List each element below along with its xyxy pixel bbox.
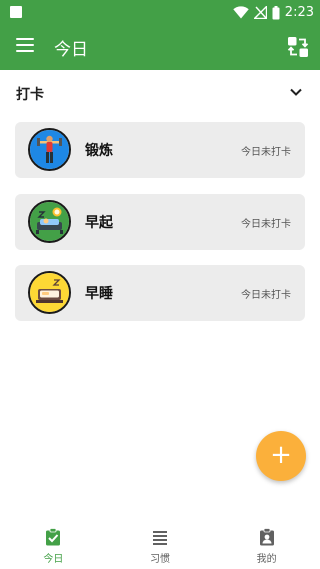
clock: 2:23 [284,5,314,20]
habit-status: 今日未打卡 [241,147,291,158]
nav-label: 我的 [256,554,277,565]
exercise-icon [28,128,71,171]
chevron-down-icon[interactable] [288,84,304,100]
wake-up-icon [28,200,71,243]
clipboard-check-icon [46,528,61,546]
habit-name: 早睡 [85,286,113,302]
battery-icon [272,5,280,19]
section-title: 打卡 [16,87,44,103]
habit-card-exercise[interactable]: 锻炼 今日未打卡 [15,122,305,178]
nav-item-today[interactable]: 今日 [0,518,107,569]
habit-name: 早起 [85,215,113,231]
notification-icon [10,6,22,18]
page-title: 今日 [54,40,88,60]
add-habit-button[interactable]: + [256,431,306,481]
status-bar: 2:23 [0,0,320,25]
plus-icon: + [270,440,292,470]
swap-icon[interactable] [287,36,309,58]
habit-status: 今日未打卡 [241,290,291,301]
app-bar: 今日 [0,25,320,70]
no-signal-icon [253,6,267,19]
habit-status: 今日未打卡 [241,219,291,230]
habit-card-sleep[interactable]: 早睡 今日未打卡 [15,265,305,321]
status-icons: 2:23 [233,4,314,21]
section-header-checkin[interactable]: 打卡 [0,78,320,110]
nav-label: 今日 [43,554,64,565]
menu-icon[interactable] [16,38,34,52]
sleep-icon [28,271,71,314]
nav-item-habits[interactable]: 习惯 [107,518,214,569]
profile-icon [259,528,274,546]
wifi-icon [233,6,249,19]
nav-item-profile[interactable]: 我的 [213,518,320,569]
bottom-nav: 今日 习惯 我的 [0,518,320,569]
habit-card-wake-up[interactable]: 早起 今日未打卡 [15,194,305,250]
habit-name: 锻炼 [85,143,113,159]
list-icon [153,531,167,545]
nav-label: 习惯 [150,554,170,565]
